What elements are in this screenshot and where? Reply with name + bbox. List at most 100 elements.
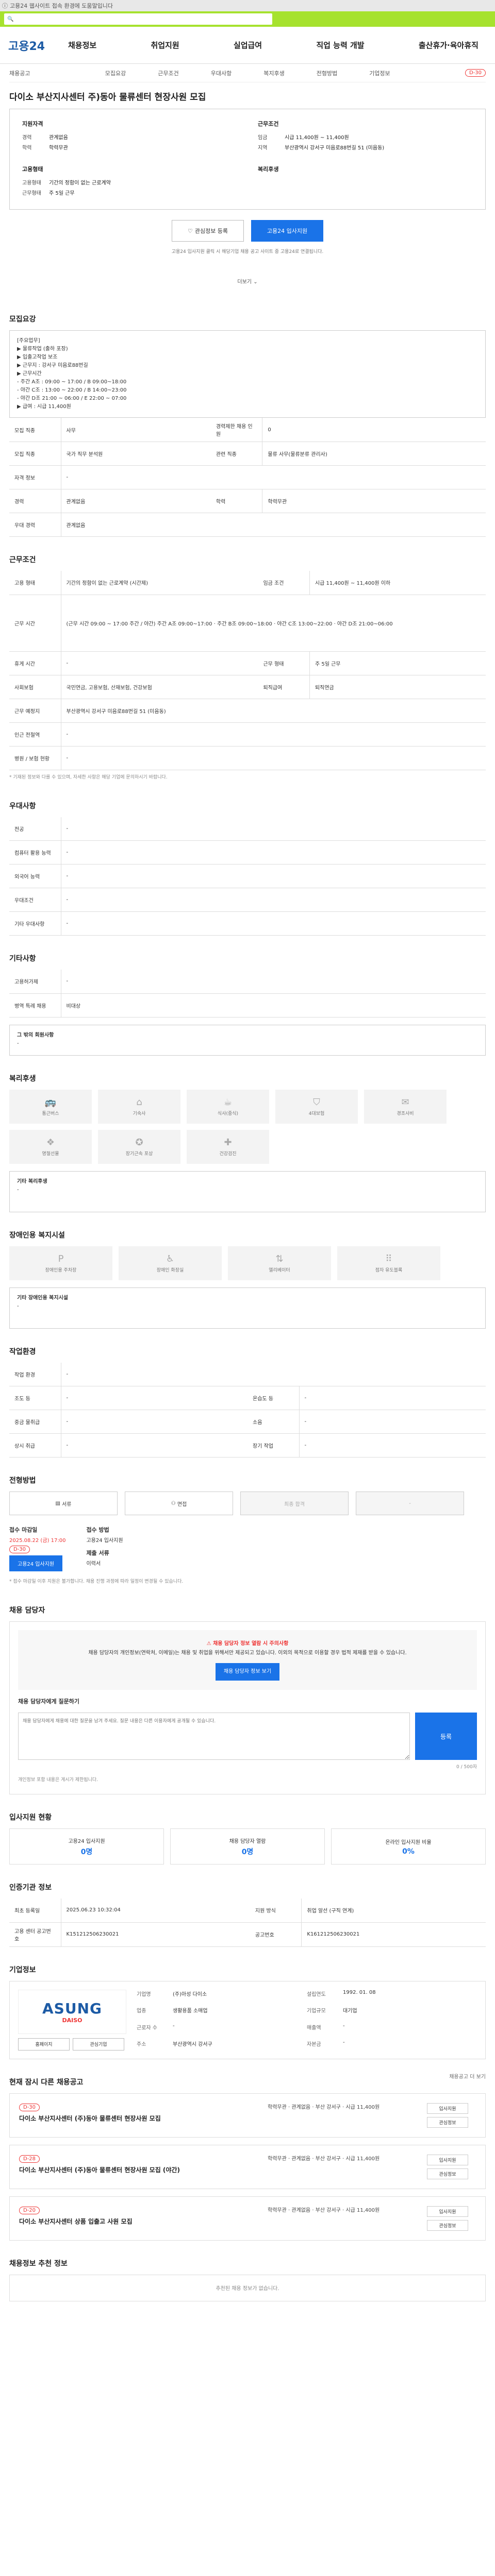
search-input[interactable]: 🔍 — [4, 13, 272, 25]
list-item[interactable]: D-20 다이소 부산지사센터 상품 입출고 사원 모집 학력무관 · 관계없음 … — [9, 2196, 486, 2241]
table-row: 고용 센터 공고번호 K151212506230021 공고번호 K161212506… — [9, 1922, 486, 1947]
site-logo[interactable]: 고용24 — [8, 37, 50, 54]
list-item-dday: D-28 — [19, 2155, 40, 2163]
table-row: 모집 직종 사무 경력제한 채용 인원 0 — [9, 418, 486, 442]
table-key: 자격 정보 — [9, 465, 61, 489]
nav-item-unemployment-benefit[interactable]: 실업급여 — [225, 40, 270, 50]
table-value: 0 — [262, 418, 486, 442]
job-summary: 지원자격 경력 관계없음 학력 학력무관 고용형태 고용형태 기간의 정함이 없는 근… — [9, 109, 486, 210]
table-value: 부산광역시 강서구 미음로88번길 51 (미음동) — [61, 699, 486, 723]
work-type-label: 근무형태 — [22, 191, 41, 196]
table-row: 외국어 능력 - — [9, 864, 486, 888]
list-item-apply-button[interactable]: 입사지원 — [427, 2154, 468, 2165]
welfare-item: ☕ 식사(중식) — [187, 1089, 269, 1124]
table-value: 기간의 정함이 없는 근로계약 (시간제) — [61, 571, 258, 595]
interest-company-button[interactable]: 관심기업 — [73, 2038, 124, 2050]
edu-label: 학력 — [22, 145, 32, 151]
table-value: (근무 시간 09:00 ~ 17:00 주간 / 야간) 주간 A조 09:0… — [61, 595, 486, 652]
disabled-item: ⇅ 엘리베이터 — [228, 1246, 331, 1280]
tab-company[interactable]: 기업정보 — [369, 69, 390, 77]
process-section: 전형방법 ▤ 서류 ⚇ 면접 최종 합격 - 접수 마감일 2025.08.22… — [0, 1475, 495, 1587]
list-item-title[interactable]: 다이소 부산지사센터 (주)동아 물류센터 현장사원 모집 — [19, 2114, 260, 2123]
summary-applicant-heading: 지원자격 — [22, 121, 43, 127]
nav-item-jobs[interactable]: 채용정보 — [60, 40, 105, 50]
process-step-label: 서류 — [62, 1501, 72, 1507]
table-key: 소음 — [248, 1410, 300, 1434]
view-contact-button[interactable]: 채용 담당자 정보 보기 — [215, 1663, 280, 1681]
table-key: 전공 — [9, 817, 61, 841]
tab-recruit[interactable]: 모집요강 — [105, 69, 126, 77]
table-row: 최초 등록일 2025.06.23 10:32:04 지원 방식 취업 알선 (구직 … — [9, 1899, 486, 1923]
nav-item-parental-leave[interactable]: 출산휴가·육아휴직 — [410, 40, 487, 50]
recruit-line: ▶ 급여 : 시급 11,400원 — [17, 404, 71, 410]
contact-warn-title: ⚠ 채용 담당자 정보 열람 시 주의사항 — [27, 1639, 468, 1649]
welfare-section: 복리후생 🚌 통근버스 ⌂ 기숙사 ☕ 식사(중식) ⛉ 4대보험 ✉ 경조사비 ❖ 명절선… — [0, 1073, 495, 1212]
list-item[interactable]: D-28 다이소 부산지사센터 (주)동아 물류센터 현장사원 모집 (야간) 학… — [9, 2144, 486, 2189]
table-key: 사회보험 — [9, 675, 61, 699]
list-item-title[interactable]: 다이소 부산지사센터 상품 입출고 사원 모집 — [19, 2217, 260, 2226]
apply-button[interactable]: 고용24 입사지원 — [251, 220, 323, 242]
work-section: 근무조건 고용 형태 기간의 정함이 없는 근로계약 (시간제) 임금 조건 시급 1… — [0, 554, 495, 783]
doc-heading: 제출 서류 — [86, 1550, 109, 1556]
tab-prefer[interactable]: 우대사항 — [211, 69, 232, 77]
disabled-heading: 장애인용 복지시설 — [9, 1231, 65, 1240]
company-value: (주)아성 다이소 — [173, 1991, 207, 1997]
parking-icon: P — [58, 1253, 64, 1264]
company-key: 자본금 — [307, 2042, 321, 2047]
table-value: - — [61, 746, 486, 770]
table-key: 장기 작업 — [248, 1433, 300, 1458]
table-key: 근무 형태 — [258, 651, 310, 675]
table-value: 국민연금, 고용보험, 산재보험, 건강보험 — [61, 675, 258, 699]
table-row: 모집 직종 국가 직무 분석원 관련 직종 물류 사무(물류분류 관리사) — [9, 442, 486, 466]
tab-welfare[interactable]: 복지후생 — [263, 69, 284, 77]
process-step: ▤ 서류 — [9, 1492, 118, 1515]
job-title: 다이소 부산지사센터 주)동아 물류센터 현장사원 모집 — [9, 92, 206, 103]
list-item-apply-button[interactable]: 입사지원 — [427, 2206, 468, 2217]
company-fields: 기업명 (주)아성 다이소 설립연도 1992. 01. 08 업종 생활용품 소매업 기… — [137, 1990, 477, 2050]
etc-extra-box: 그 밖의 회원사항 - — [9, 1024, 486, 1056]
process-steps: ▤ 서류 ⚇ 면접 최종 합격 - — [9, 1492, 486, 1515]
table-key: 공고번호 — [250, 1922, 302, 1947]
recommend-section: 채용정보 추천 정보 추천된 채용 정보가 없습니다. — [0, 2258, 495, 2301]
medal-icon: ✪ — [135, 1137, 143, 1148]
process-apply-button[interactable]: 고용24 입사지원 — [9, 1555, 63, 1571]
related-more-link[interactable]: 채용공고 더 보기 — [449, 2072, 486, 2080]
etc-extra-value: - — [17, 1040, 19, 1046]
table-row: 근무 예정지 부산광역시 강서구 미음로88번길 51 (미음동) — [9, 699, 486, 723]
homepage-button[interactable]: 홈페이지 — [18, 2038, 70, 2050]
list-item-interest-button[interactable]: 관심정보 — [427, 2219, 468, 2231]
welfare-item-label: 식사(중식) — [217, 1111, 239, 1116]
work-table: 고용 형태 기간의 정함이 없는 근로계약 (시간제) 임금 조건 시급 11,400… — [9, 571, 486, 770]
table-key: 작업 환경 — [9, 1362, 61, 1386]
disabled-item: P 장애인용 주차장 — [9, 1246, 112, 1280]
table-row: 사회보험 국민연금, 고용보험, 산재보험, 건강보험 퇴직급여 퇴직연금 — [9, 675, 486, 699]
bus-icon: 🚌 — [44, 1096, 57, 1108]
question-input[interactable] — [18, 1713, 410, 1760]
company-key: 기업규모 — [307, 2008, 326, 2014]
nav-item-employment-support[interactable]: 취업지원 — [142, 40, 187, 50]
table-row: 휴게 시간 - 근무 형태 주 5일 근무 — [9, 651, 486, 675]
table-value: - — [61, 1362, 486, 1386]
contact-warn-body: 채용 담당자의 개인정보(연락처, 이메일)는 채용 및 취업을 위해서만 제공… — [88, 1650, 407, 1656]
list-item-interest-button[interactable]: 관심정보 — [427, 2168, 468, 2179]
company-heading: 기업정보 — [9, 1965, 36, 1974]
disabled-item-label: 장애인용 주차장 — [45, 1267, 77, 1273]
work-env-heading: 작업환경 — [9, 1347, 36, 1356]
health-icon: ✚ — [224, 1137, 232, 1148]
list-item-interest-button[interactable]: 관심정보 — [427, 2116, 468, 2128]
list-item[interactable]: D-30 다이소 부산지사센터 (주)동아 물류센터 현장사원 모집 학력무관 ·… — [9, 2093, 486, 2138]
table-row: 인근 전철역 - — [9, 722, 486, 747]
table-value: - — [61, 1410, 248, 1434]
nav-item-skills[interactable]: 직업 능력 개발 — [308, 40, 372, 50]
more-button[interactable]: 더보기 ⌄ — [0, 266, 495, 296]
question-submit-button[interactable]: 등록 — [415, 1713, 477, 1760]
anchor-tabs: 모집요강 근무조건 우대사항 복지후생 전형방법 기업정보 — [105, 69, 390, 77]
list-item-apply-button[interactable]: 입사지원 — [427, 2103, 468, 2114]
table-value: 국가 직무 분석원 — [61, 442, 211, 466]
tab-work[interactable]: 근무조건 — [158, 69, 178, 77]
tab-process[interactable]: 전형방법 — [317, 69, 337, 77]
interest-button[interactable]: ♡ 관심정보 등록 — [172, 220, 244, 242]
process-heading: 전형방법 — [9, 1477, 36, 1485]
disabled-icons: P 장애인용 주차장 ♿ 장애인 화장실 ⇅ 엘리베이터 ⠿ 점자 유도블록 — [9, 1246, 486, 1280]
list-item-title[interactable]: 다이소 부산지사센터 (주)동아 물류센터 현장사원 모집 (야간) — [19, 2165, 260, 2175]
